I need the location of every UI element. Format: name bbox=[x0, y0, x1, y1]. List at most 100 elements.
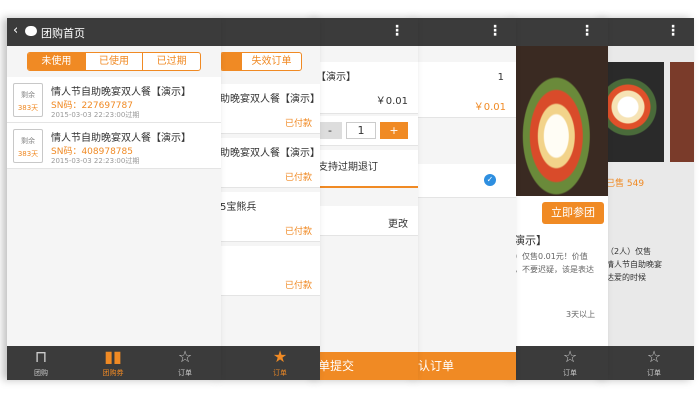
tab-orders-label: 订单 bbox=[273, 369, 287, 377]
submit-order-button[interactable]: 单提交 bbox=[316, 352, 418, 380]
tab-orders[interactable]: ★ 订单 bbox=[260, 346, 300, 380]
back-icon[interactable]: ‹ bbox=[13, 23, 18, 38]
more-icon[interactable]: ⋮ bbox=[666, 23, 680, 39]
paid-status: 已付款 bbox=[284, 173, 312, 183]
change-row[interactable]: 更改 bbox=[316, 206, 418, 236]
order-row[interactable]: 助晚宴双人餐【演示】 已付款 bbox=[220, 138, 320, 188]
more-icon[interactable]: ⋮ bbox=[390, 23, 404, 39]
option-row[interactable]: ✓ bbox=[416, 164, 516, 198]
order-row[interactable]: 5宝熊兵 已付款 bbox=[220, 192, 320, 242]
qty-input[interactable]: 1 bbox=[346, 122, 376, 139]
screen-5: ⋮ 立即参团 演示】 ）仅售0.01元！价值 ，不要迟疑，该是表达 3天以上 ☆… bbox=[514, 18, 608, 380]
chat-icon bbox=[25, 26, 37, 36]
confirm-label: 认订单 bbox=[418, 359, 455, 373]
tab-bar: ☆ 订单 bbox=[514, 346, 608, 380]
bag-icon: ⊓ bbox=[34, 347, 48, 366]
screen-4: ⋮ 1 ￥0.01 ✓ 认订单 bbox=[416, 18, 516, 380]
paid-status: 已付款 bbox=[284, 227, 312, 237]
voucher-title: 情人节自助晚宴双人餐【演示】 bbox=[51, 133, 191, 144]
voucher-item[interactable]: 剩余 383天 情人节自助晚宴双人餐【演示】 SN码：408978785 2015… bbox=[7, 123, 221, 169]
tab-unused[interactable]: 未使用 bbox=[28, 53, 85, 70]
more-icon[interactable]: ⋮ bbox=[580, 23, 594, 39]
tab-orders[interactable]: ☆ 订单 bbox=[634, 346, 674, 380]
desc-1: （2人）仅售 bbox=[606, 247, 652, 256]
tab-orders-label: 订单 bbox=[647, 369, 661, 377]
join-label: 立即参团 bbox=[551, 206, 595, 219]
tab-valid[interactable] bbox=[221, 53, 241, 70]
calendar-icon: 剩余 383天 bbox=[13, 129, 43, 163]
voucher-title: 情人节自助晚宴双人餐【演示】 bbox=[51, 87, 191, 98]
change-link[interactable]: 更改 bbox=[388, 215, 408, 230]
order-title: 助晚宴双人餐【演示】 bbox=[220, 148, 320, 159]
refund-row: 支持过期退订 bbox=[316, 150, 418, 188]
tab-orders-label: 订单 bbox=[563, 369, 577, 377]
calendar-icon: 剩余 383天 bbox=[13, 83, 43, 117]
screen-6: ⋮ 已售 549 （2人）仅售 情人节自助晚宴 达爱的时候 ☆ 订单 bbox=[604, 18, 694, 380]
deal-desc-1: ）仅售0.01元！价值 bbox=[514, 252, 588, 261]
order-row[interactable]: 已付款 bbox=[220, 246, 320, 296]
refund-label: 支持过期退订 bbox=[318, 162, 378, 173]
top-bar: ⋮ bbox=[514, 18, 608, 46]
food-image bbox=[514, 46, 608, 196]
tab-groupbuy-label: 团购 bbox=[34, 369, 48, 377]
food-image-2 bbox=[670, 62, 694, 162]
sold-count: 已售 549 bbox=[606, 179, 645, 189]
screen-1: ‹ 团购首页 未使用 已使用 已过期 剩余 383天 情人节自助晚宴双人餐【演示】… bbox=[7, 18, 221, 380]
page-title: 团购首页 bbox=[41, 27, 85, 40]
voucher-icon: ▮▮ bbox=[104, 347, 122, 366]
paid-status: 已付款 bbox=[284, 281, 312, 291]
star-icon: ☆ bbox=[562, 347, 578, 366]
qty-value: 1 bbox=[497, 72, 504, 83]
screen-2: 失效订单 助晚宴双人餐【演示】 已付款 助晚宴双人餐【演示】 已付款 5宝熊兵 … bbox=[220, 18, 320, 380]
food-image bbox=[604, 62, 664, 162]
tab-bar: ⊓ 团购 ▮▮ 团购券 ☆ 订单 bbox=[7, 346, 221, 380]
voucher-expiry: 2015-03-03 22:23:00过期 bbox=[51, 111, 140, 119]
tab-vouchers[interactable]: ▮▮ 团购券 bbox=[93, 346, 133, 380]
confirm-order-button[interactable]: 认订单 bbox=[416, 352, 516, 380]
product-title: 【演示】 bbox=[316, 72, 356, 83]
tab-orders-label: 订单 bbox=[178, 369, 192, 377]
order-tabs: 失效订单 bbox=[220, 52, 302, 71]
check-icon[interactable]: ✓ bbox=[484, 174, 496, 186]
submit-label: 单提交 bbox=[318, 359, 355, 373]
order-row[interactable]: 助晚宴双人餐【演示】 已付款 bbox=[220, 84, 320, 134]
paid-status: 已付款 bbox=[284, 119, 312, 129]
top-bar bbox=[220, 18, 320, 46]
join-button[interactable]: 立即参团 bbox=[542, 202, 604, 224]
plus-button[interactable]: + bbox=[380, 122, 408, 139]
tab-groupbuy[interactable]: ⊓ 团购 bbox=[21, 346, 61, 380]
star-icon: ☆ bbox=[177, 347, 193, 366]
star-icon: ☆ bbox=[646, 347, 662, 366]
tab-orders[interactable]: ☆ 订单 bbox=[550, 346, 590, 380]
voucher-item[interactable]: 剩余 383天 情人节自助晚宴双人餐【演示】 SN码：227697787 2015… bbox=[7, 77, 221, 123]
tab-expired[interactable]: 已过期 bbox=[142, 53, 200, 70]
desc-2: 情人节自助晚宴 bbox=[606, 260, 662, 269]
order-title: 5宝熊兵 bbox=[220, 202, 257, 213]
top-bar: ⋮ bbox=[416, 18, 516, 46]
top-bar: ‹ 团购首页 bbox=[7, 18, 221, 46]
days-label: 3天以上 bbox=[566, 310, 596, 319]
tab-orders[interactable]: ☆ 订单 bbox=[165, 346, 205, 380]
voucher-expiry: 2015-03-03 22:23:00过期 bbox=[51, 157, 140, 165]
deal-title: 演示】 bbox=[514, 234, 547, 247]
tab-bar: ★ 订单 bbox=[220, 346, 320, 380]
screen-3: ⋮ 【演示】 ￥0.01 - 1 + 支持过期退订 更改 单提交 bbox=[316, 18, 418, 380]
product-row: 【演示】 ￥0.01 bbox=[316, 62, 418, 114]
tab-used[interactable]: 已使用 bbox=[84, 53, 143, 70]
order-title: 助晚宴双人餐【演示】 bbox=[220, 94, 320, 105]
top-bar: ⋮ bbox=[604, 18, 694, 46]
star-icon: ★ bbox=[272, 347, 288, 366]
total-price: ￥0.01 bbox=[473, 102, 506, 113]
qty-row: 1 ￥0.01 bbox=[416, 62, 516, 118]
minus-button[interactable]: - bbox=[318, 122, 342, 139]
deal-desc-2: ，不要迟疑，该是表达 bbox=[514, 265, 594, 274]
tab-invalid[interactable]: 失效订单 bbox=[241, 53, 301, 70]
desc-3: 达爱的时候 bbox=[606, 273, 646, 282]
unit-price: ￥0.01 bbox=[375, 96, 408, 107]
qty-row: - 1 + bbox=[316, 116, 418, 146]
more-icon[interactable]: ⋮ bbox=[488, 23, 502, 39]
tab-bar: ☆ 订单 bbox=[604, 346, 694, 380]
voucher-tabs: 未使用 已使用 已过期 bbox=[27, 52, 201, 71]
top-bar: ⋮ bbox=[316, 18, 418, 46]
tab-vouchers-label: 团购券 bbox=[102, 369, 124, 377]
